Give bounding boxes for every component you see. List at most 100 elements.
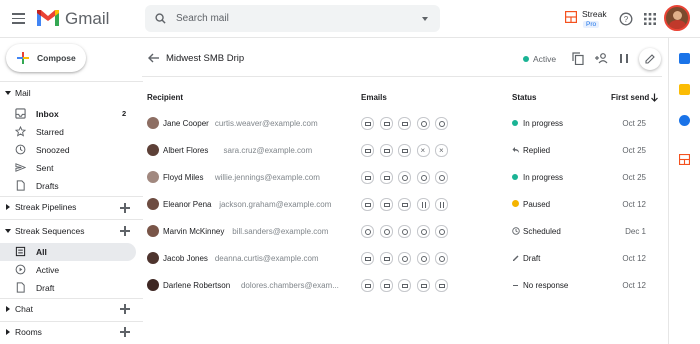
table-row[interactable]: Jane Cooper curtis.weaver@example.com In p… — [142, 111, 662, 138]
email-step-pill[interactable] — [379, 171, 393, 184]
email-step-pill[interactable] — [398, 171, 411, 184]
rooms-expand-icon[interactable] — [6, 329, 10, 335]
rooms-section-title[interactable]: Rooms — [15, 327, 42, 337]
email-step-pill[interactable] — [398, 144, 411, 157]
sidebar-item-active-sequences[interactable]: Active — [0, 261, 136, 279]
edit-sequence-button[interactable] — [639, 48, 661, 70]
email-step-pill[interactable] — [398, 117, 411, 130]
email-step-pill[interactable] — [398, 252, 411, 265]
tasks-icon[interactable] — [679, 115, 690, 126]
table-row[interactable]: Jacob Jones deanna.curtis@example.com Draf… — [142, 246, 662, 273]
sidebar-item-snoozed[interactable]: Snoozed — [0, 141, 136, 159]
pause-sequence-icon[interactable] — [620, 54, 628, 63]
email-step-pill[interactable]: × — [416, 144, 430, 157]
calendar-icon[interactable] — [679, 53, 690, 64]
column-header-status[interactable]: Status — [512, 93, 536, 102]
email-step-pill[interactable] — [398, 225, 411, 238]
streak-label[interactable]: Streak — [582, 9, 607, 19]
help-icon[interactable]: ? — [619, 12, 633, 26]
add-pipeline-icon[interactable] — [120, 203, 130, 213]
recipient-name[interactable]: Marvin McKinney — [163, 227, 224, 236]
pipelines-expand-icon[interactable] — [6, 204, 10, 210]
email-step-pill[interactable] — [435, 279, 448, 292]
email-step-pill[interactable] — [379, 252, 393, 265]
sidebar-item-starred[interactable]: Starred — [0, 123, 136, 141]
sidebar-item-draft-sequences[interactable]: Draft — [0, 279, 136, 297]
keep-icon[interactable] — [679, 84, 690, 95]
email-step-pill[interactable] — [398, 198, 411, 211]
email-step-pill[interactable] — [416, 117, 430, 130]
email-step-pill[interactable] — [379, 225, 393, 238]
table-row[interactable]: Floyd Miles willie.jennings@example.com In… — [142, 165, 662, 192]
new-room-icon[interactable] — [120, 327, 130, 337]
email-step-pill[interactable] — [361, 225, 374, 238]
back-arrow-icon[interactable] — [148, 53, 160, 63]
table-row[interactable]: Marvin McKinney bill.sanders@example.com S… — [142, 219, 662, 246]
column-header-emails[interactable]: Emails — [361, 93, 387, 102]
sidebar-item-sent[interactable]: Sent — [0, 159, 136, 177]
email-step-pill[interactable] — [361, 279, 374, 292]
table-row[interactable]: Albert Flores sara.cruz@example.com × × Repl… — [142, 138, 662, 165]
email-step-pill[interactable] — [379, 198, 393, 211]
search-input[interactable]: Search mail — [176, 13, 229, 24]
mail-section-title[interactable]: Mail — [15, 88, 31, 98]
copy-icon[interactable] — [572, 52, 584, 65]
email-step-pill[interactable] — [416, 279, 430, 292]
email-step-pill[interactable] — [416, 225, 430, 238]
email-step-pill[interactable] — [435, 117, 448, 130]
new-chat-icon[interactable] — [120, 304, 130, 314]
sidebar-item-drafts[interactable]: Drafts — [0, 177, 136, 195]
email-step-pill[interactable] — [435, 171, 448, 184]
recipient-name[interactable]: Eleanor Pena — [163, 200, 211, 209]
sidebar-item-inbox[interactable]: Inbox 2 — [0, 105, 136, 123]
sequences-collapse-icon[interactable] — [5, 229, 11, 233]
email-sent-icon — [365, 175, 371, 180]
table-row[interactable]: Eleanor Pena jackson.graham@example.com Pa… — [142, 192, 662, 219]
scheduled-clock-icon — [420, 256, 427, 262]
apps-grid-icon[interactable] — [643, 12, 657, 26]
recipient-name[interactable]: Albert Flores — [163, 146, 208, 155]
recipient-name[interactable]: Floyd Miles — [163, 173, 203, 182]
sort-desc-icon[interactable] — [651, 93, 658, 102]
mail-collapse-icon[interactable] — [5, 91, 11, 95]
email-step-pill[interactable] — [398, 279, 411, 292]
email-step-pill[interactable] — [379, 144, 393, 157]
pipelines-section-title[interactable]: Streak Pipelines — [15, 202, 76, 212]
add-sequence-icon[interactable] — [120, 226, 130, 236]
email-step-pill[interactable] — [379, 279, 393, 292]
email-step-pill[interactable] — [416, 252, 430, 265]
add-recipients-icon[interactable] — [594, 52, 609, 64]
email-step-pill[interactable] — [361, 171, 374, 184]
header-divider — [142, 76, 662, 77]
recipient-status: Draft — [523, 254, 541, 263]
sidebar-item-all-sequences[interactable]: All — [0, 243, 136, 261]
email-step-pill[interactable] — [435, 225, 448, 238]
column-header-recipient[interactable]: Recipient — [147, 93, 183, 102]
email-step-pill[interactable] — [416, 171, 430, 184]
email-step-pill[interactable] — [435, 198, 448, 211]
email-step-pill[interactable] — [361, 117, 374, 130]
account-avatar[interactable] — [664, 5, 690, 31]
email-step-pill[interactable] — [361, 144, 374, 157]
email-step-pill[interactable] — [361, 252, 374, 265]
recipient-name[interactable]: Darlene Robertson — [163, 281, 230, 290]
main-menu-icon[interactable] — [12, 13, 25, 24]
streak-panel-icon[interactable] — [679, 154, 690, 165]
email-step-pill[interactable]: × — [435, 144, 448, 157]
streak-logo-icon[interactable] — [565, 11, 577, 23]
column-header-first-send[interactable]: First send — [611, 93, 649, 102]
chat-section-title[interactable]: Chat — [15, 304, 33, 314]
recipient-name[interactable]: Jane Cooper — [163, 119, 209, 128]
email-step-pill[interactable] — [416, 198, 430, 211]
search-icon[interactable] — [155, 13, 166, 24]
search-options-icon[interactable] — [422, 17, 428, 21]
email-step-pill[interactable] — [361, 198, 374, 211]
search-bar[interactable]: Search mail — [145, 5, 440, 32]
email-step-pill[interactable] — [435, 252, 448, 265]
sequences-section-title[interactable]: Streak Sequences — [15, 226, 84, 236]
email-step-pill[interactable] — [379, 117, 393, 130]
compose-button[interactable]: Compose — [6, 44, 86, 72]
recipient-name[interactable]: Jacob Jones — [163, 254, 208, 263]
chat-expand-icon[interactable] — [6, 306, 10, 312]
table-row[interactable]: Darlene Robertson dolores.chambers@exam..… — [142, 273, 662, 300]
